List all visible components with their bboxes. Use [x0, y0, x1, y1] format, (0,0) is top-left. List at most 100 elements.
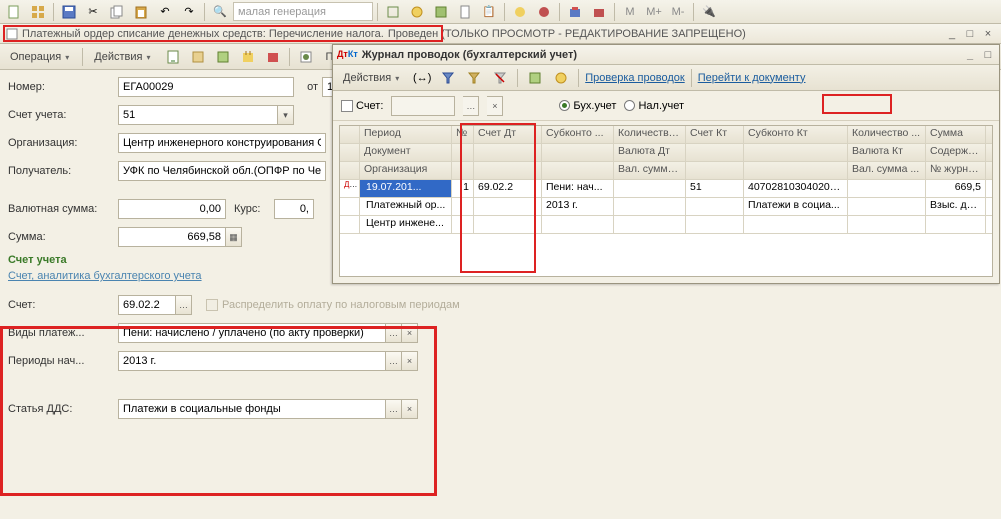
acct-ellipsis-icon[interactable]: … [176, 295, 192, 315]
mb-ic2[interactable] [187, 47, 209, 67]
jtb-filter-icon[interactable] [437, 68, 459, 88]
account-filter-ellipsis-icon[interactable]: … [463, 96, 479, 116]
currency-sum-input[interactable] [118, 199, 226, 219]
document-title-bar: Платежный ордер списание денежных средст… [0, 24, 1001, 44]
rate-label: Курс: [234, 203, 274, 215]
jtb-filter-off-icon[interactable] [489, 68, 511, 88]
jtb-ic2[interactable] [550, 68, 572, 88]
journal-filter-bar: Счет: … × Бух.учет Нал.учет [333, 91, 999, 121]
account-filter-clear-icon[interactable]: × [487, 96, 503, 116]
doc-title-text: Платежный ордер списание денежных средст… [22, 28, 384, 40]
grid-data-row-2[interactable]: Платежный ор... 2013 г. Платежи в социа.… [340, 198, 992, 216]
tb-ic10[interactable]: 🔌 [698, 2, 720, 22]
jtb-ic1[interactable] [524, 68, 546, 88]
periods-label: Периоды нач... [8, 355, 118, 367]
tb-search-input[interactable] [233, 2, 373, 21]
tb-ic8[interactable] [564, 2, 586, 22]
close-icon[interactable]: × [981, 28, 995, 40]
journal-goto-doc-link[interactable]: Перейти к документу [698, 72, 806, 84]
journal-check-link[interactable]: Проверка проводок [585, 72, 684, 84]
maximize-icon[interactable]: □ [963, 28, 977, 40]
menu-operation[interactable]: Операция [4, 49, 77, 65]
account-filter-checkbox[interactable]: Счет: [341, 100, 383, 112]
tb-ic4[interactable] [454, 2, 476, 22]
org-input[interactable] [118, 133, 326, 153]
periods-clear-icon[interactable]: × [402, 351, 418, 371]
tb-cut-icon[interactable]: ✂ [82, 2, 104, 22]
tb-ic9[interactable] [588, 2, 610, 22]
mb-ic4[interactable] [237, 47, 259, 67]
tb-copy-icon[interactable] [106, 2, 128, 22]
rate-input[interactable] [274, 199, 314, 219]
account-dropdown-icon[interactable]: ▾ [278, 105, 294, 125]
doc-status-text: Проведен (ТОЛЬКО ПРОСМОТР - РЕДАКТИРОВАН… [388, 28, 746, 40]
minimize-icon[interactable]: _ [945, 28, 959, 40]
doc-icon [6, 28, 18, 40]
mb-ic6[interactable] [295, 47, 317, 67]
tb-m1[interactable]: M [619, 2, 641, 22]
distribute-label: Распределить оплату по налоговым периода… [222, 299, 460, 311]
journal-title-text: Журнал проводок (бухгалтерский учет) [362, 49, 577, 61]
paytypes-input[interactable] [118, 323, 386, 343]
dds-ellipsis-icon[interactable]: … [386, 399, 402, 419]
journal-maximize-icon[interactable]: □ [981, 49, 995, 61]
account-filter-input[interactable] [391, 96, 455, 116]
journal-minimize-icon[interactable]: _ [963, 49, 977, 61]
distribute-checkbox: Распределить оплату по налоговым периода… [206, 299, 460, 311]
menu-actions[interactable]: Действия [88, 49, 158, 65]
periods-ellipsis-icon[interactable]: … [386, 351, 402, 371]
date-from-label: от [294, 81, 318, 93]
periods-input[interactable] [118, 351, 386, 371]
tb-paste-icon[interactable] [130, 2, 152, 22]
nal-radio[interactable]: Нал.учет [624, 100, 684, 112]
mb-ic3[interactable] [212, 47, 234, 67]
recipient-input[interactable] [118, 161, 326, 181]
dds-input[interactable] [118, 399, 386, 419]
tb-ic3[interactable] [430, 2, 452, 22]
mb-ic5[interactable] [262, 47, 284, 67]
account-input[interactable] [118, 105, 278, 125]
dds-label: Статья ДДС: [8, 403, 118, 415]
sum-calc-icon[interactable]: ▦ [226, 227, 242, 247]
currency-sum-label: Валютная сумма: [8, 203, 118, 215]
jtb-expand-icon[interactable]: (↔) [411, 68, 433, 88]
tb-m2[interactable]: M+ [643, 2, 665, 22]
tb-new-icon[interactable] [3, 2, 25, 22]
sum-label: Сумма: [8, 231, 118, 243]
jtb-filter2-icon[interactable] [463, 68, 485, 88]
row-dtkt-icon: ДтКт [340, 180, 360, 197]
tb-redo-icon[interactable]: ↷ [178, 2, 200, 22]
acct-input[interactable] [118, 295, 176, 315]
journal-grid[interactable]: Период № Счет Дт Субконто ... Количество… [339, 125, 993, 277]
tb-save-icon[interactable] [58, 2, 80, 22]
tb-ic5[interactable]: 📋 [478, 2, 500, 22]
tb-4-icon[interactable] [27, 2, 49, 22]
number-input[interactable] [118, 77, 294, 97]
tb-ic2[interactable] [406, 2, 428, 22]
recipient-label: Получатель: [8, 165, 118, 177]
journal-dtkt-icon: ДтКт [337, 50, 358, 59]
dds-clear-icon[interactable]: × [402, 399, 418, 419]
tb-ic7[interactable] [533, 2, 555, 22]
paytypes-clear-icon[interactable]: × [402, 323, 418, 343]
tb-ic1[interactable] [382, 2, 404, 22]
checkbox-icon [206, 299, 218, 311]
journal-window: ДтКт Журнал проводок (бухгалтерский учет… [332, 44, 1000, 284]
tb-search-icon[interactable]: 🔍 [209, 2, 231, 22]
journal-toolbar: Действия (↔) Проверка проводок Перейти к… [333, 65, 999, 91]
tb-undo-icon[interactable]: ↶ [154, 2, 176, 22]
mb-ic1[interactable] [162, 47, 184, 67]
app-toolbar: ✂ ↶ ↷ 🔍 📋 M M+ M- 🔌 [0, 0, 1001, 24]
org-label: Организация: [8, 137, 118, 149]
paytypes-ellipsis-icon[interactable]: … [386, 323, 402, 343]
journal-actions[interactable]: Действия [337, 70, 407, 86]
buh-radio[interactable]: Бух.учет [559, 100, 616, 112]
grid-header-row-3: Организация Вал. сумма ... Вал. сумма ..… [340, 162, 992, 180]
tb-ic6[interactable] [509, 2, 531, 22]
account-label: Счет учета: [8, 109, 118, 121]
grid-data-row-3[interactable]: Центр инжене... [340, 216, 992, 234]
sum-input[interactable] [118, 227, 226, 247]
grid-data-row-1[interactable]: ДтКт 19.07.201... 1 69.02.2 Пени: нач...… [340, 180, 992, 198]
number-label: Номер: [8, 81, 118, 93]
tb-m3[interactable]: M- [667, 2, 689, 22]
